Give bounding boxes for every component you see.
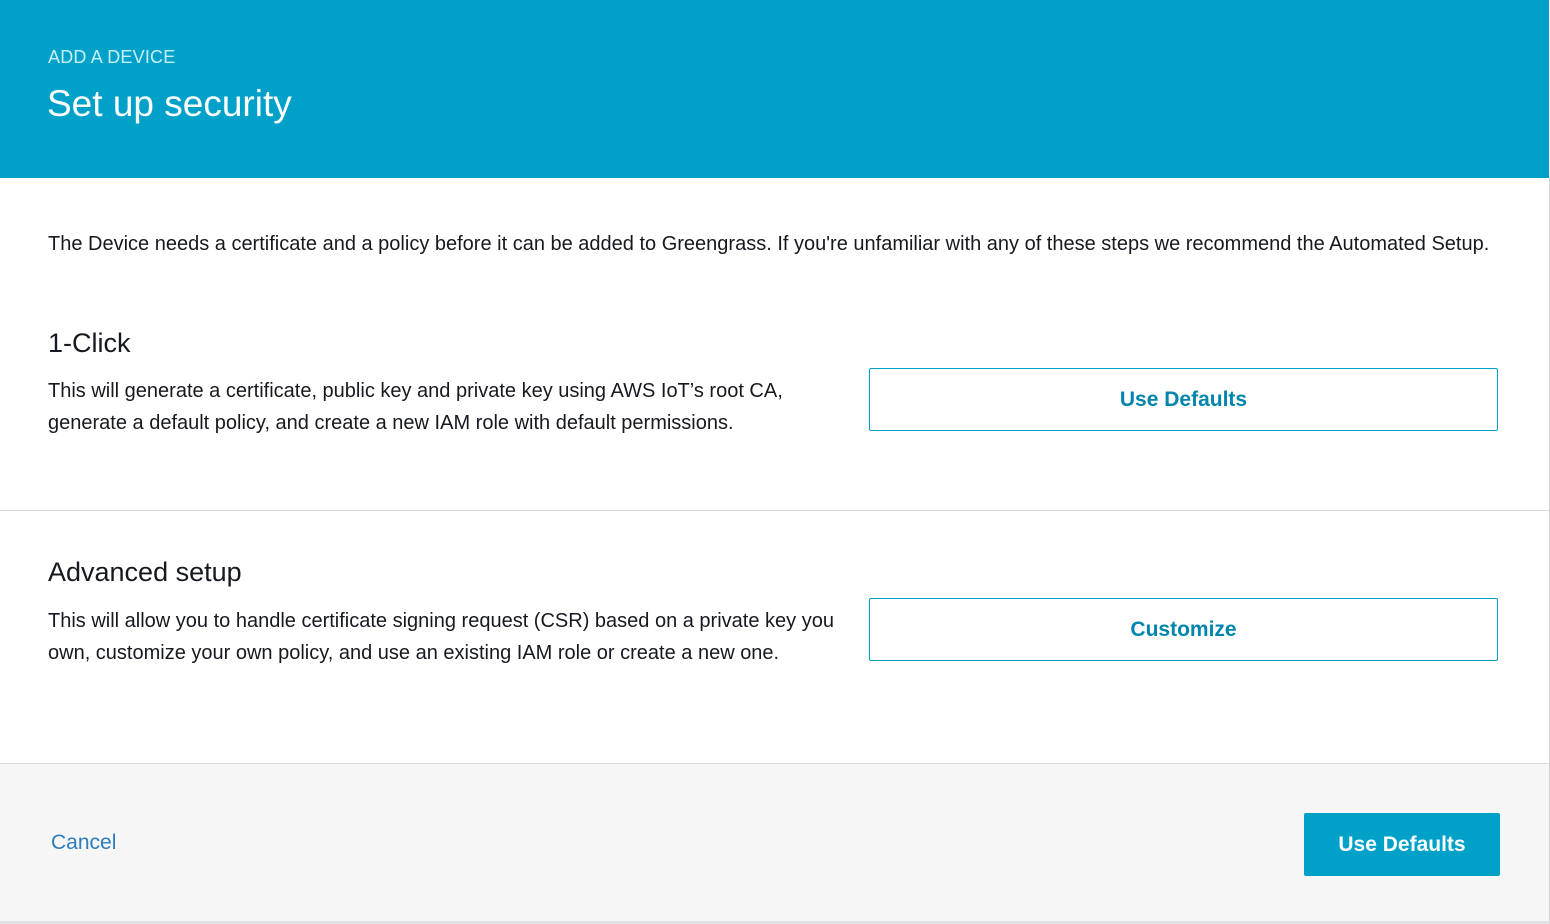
one-click-title: 1-Click xyxy=(48,328,131,358)
advanced-setup-title: Advanced setup xyxy=(48,557,242,587)
set-up-security-dialog: ADD A DEVICE Set up security The Device … xyxy=(0,0,1550,924)
header-eyebrow: ADD A DEVICE xyxy=(48,47,176,67)
customize-button[interactable]: Customize xyxy=(869,598,1498,661)
one-click-description: This will generate a certificate, public… xyxy=(48,380,783,434)
cancel-link[interactable]: Cancel xyxy=(51,831,116,855)
dialog-footer: Cancel Use Defaults xyxy=(0,763,1549,924)
advanced-setup-description: This will allow you to handle certificat… xyxy=(48,610,834,664)
use-defaults-primary-button[interactable]: Use Defaults xyxy=(1304,813,1500,876)
dialog-header: ADD A DEVICE Set up security xyxy=(0,0,1549,178)
page-title: Set up security xyxy=(47,83,292,124)
one-click-use-defaults-button[interactable]: Use Defaults xyxy=(869,368,1498,431)
section-divider xyxy=(0,510,1549,511)
intro-text: The Device needs a certificate and a pol… xyxy=(48,233,1490,255)
